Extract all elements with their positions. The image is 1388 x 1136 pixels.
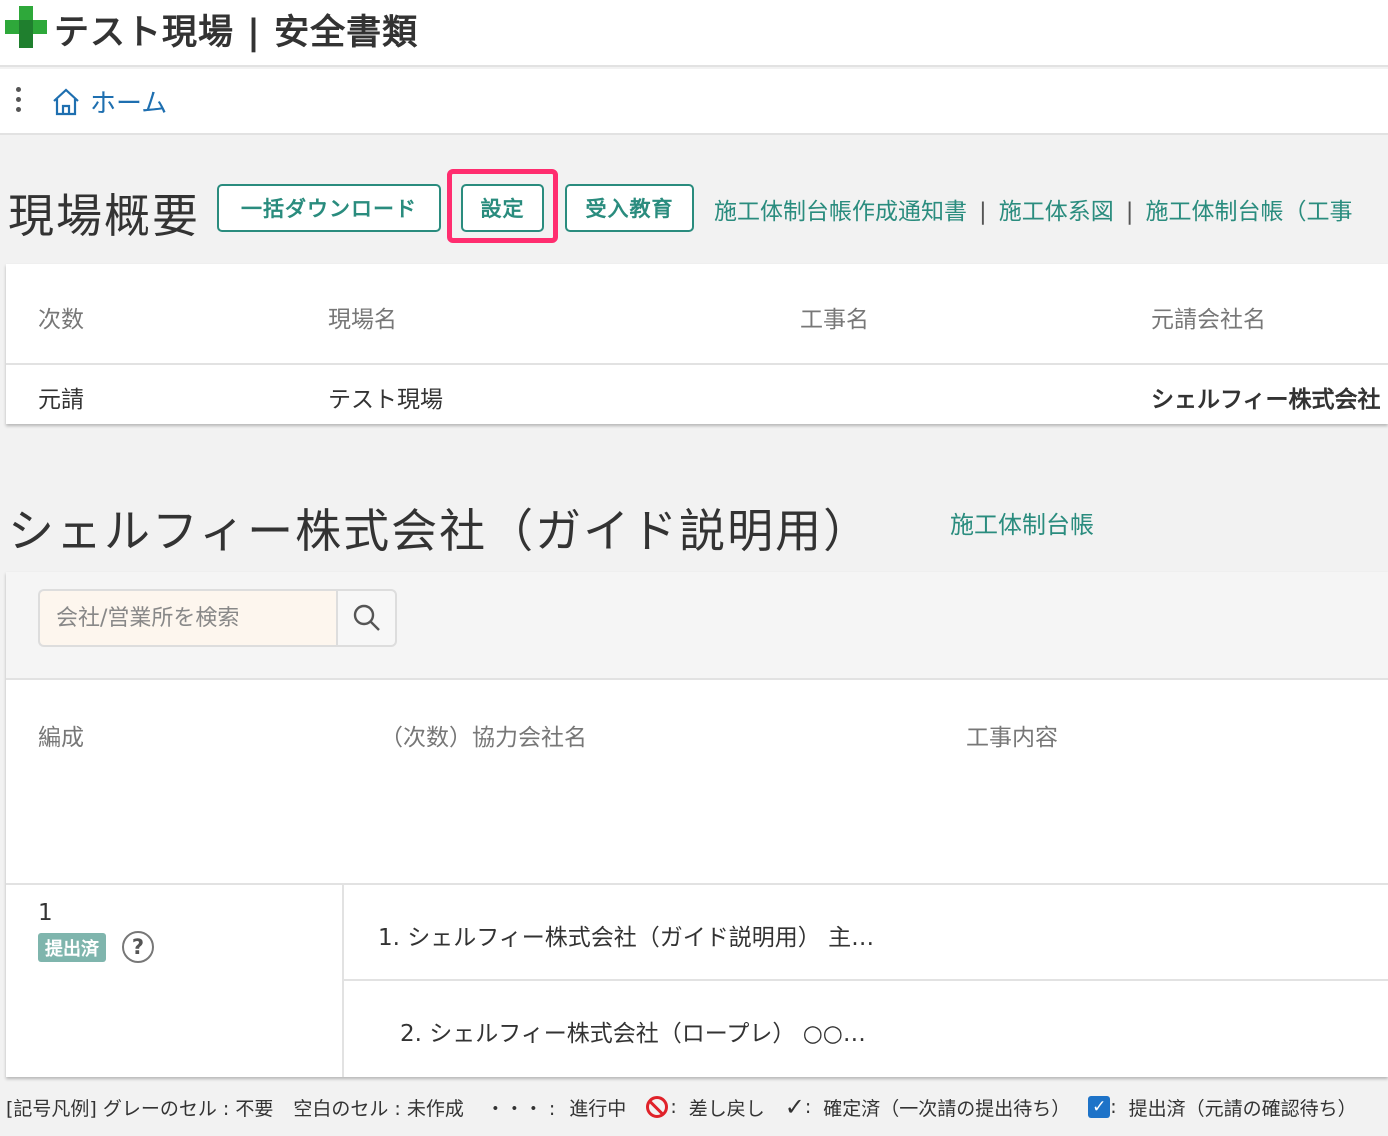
app-header: テスト現場 | 安全書類 [0, 0, 1388, 67]
legend-in-progress-symbol: ・・・ : [485, 1097, 556, 1120]
legend-in-progress: 進行中 [569, 1097, 627, 1120]
home-label: ホーム [90, 89, 168, 119]
link-separator: | [979, 199, 987, 225]
table-header: 元請会社名 [1151, 307, 1266, 333]
company-title: シェルフィー株式会社（ガイド説明用） [8, 504, 872, 558]
legend-confirmed: 確定済（一次請の提出待ち） [823, 1097, 1071, 1120]
legend-submitted-suffix: : [1110, 1096, 1117, 1118]
legend-blank: 空白のセル : 未作成 [293, 1097, 464, 1120]
table-cell: シェルフィー株式会社 [1151, 387, 1381, 413]
overview-title: 現場概要 [8, 189, 200, 243]
table-cell: テスト現場 [328, 387, 443, 413]
search-button[interactable] [336, 589, 397, 647]
table-row[interactable]: 1. シェルフィー株式会社（ガイド説明用） 主… [378, 918, 874, 952]
system-diagram-link[interactable]: 施工体系図 [999, 199, 1114, 225]
legend-gray: [記号凡例] グレーのセル : 不要 [6, 1097, 274, 1120]
overview-table: 次数 現場名 工事名 元請会社名 元請 テスト現場 シェルフィー株式会社 [6, 264, 1388, 424]
home-link[interactable]: ホーム [50, 83, 167, 120]
kebab-menu-icon[interactable] [13, 87, 23, 115]
table-header: 工事内容 [966, 725, 1058, 751]
group-number: 1 [38, 900, 53, 926]
document-links: 施工体制台帳作成通知書 | 施工体系図 | 施工体制台帳（工事 [714, 192, 1353, 226]
link-separator: | [1125, 199, 1134, 225]
table-header: 工事名 [800, 307, 869, 333]
table-header: （次数）協力会社名 [380, 725, 587, 751]
submitted-checkbox-icon: ✓ [1088, 1096, 1111, 1118]
notice-link[interactable]: 施工体制台帳作成通知書 [714, 199, 967, 225]
status-badge: 提出済 [38, 933, 106, 962]
search-area [6, 572, 1388, 680]
help-icon[interactable]: ? [122, 931, 154, 963]
table-cell: 元請 [38, 387, 84, 413]
legend: [記号凡例] グレーのセル : 不要 空白のセル : 未作成 ・・・ : 進行中… [6, 1093, 1357, 1121]
app-title: テスト現場 | 安全書類 [54, 13, 419, 53]
table-header: 現場名 [328, 307, 397, 333]
company-table: 編成 （次数）協力会社名 工事内容 1 提出済 ? 1. シェルフィー株式会社（… [6, 572, 1388, 1077]
home-icon [53, 88, 79, 115]
breadcrumb: ホーム [0, 69, 1388, 135]
company-ledger-link[interactable]: 施工体制台帳 [950, 505, 1094, 540]
search-input[interactable] [38, 589, 338, 647]
legend-returned: 差し戻し [688, 1097, 765, 1120]
table-header: 次数 [38, 307, 84, 333]
settings-button[interactable]: 設定 [461, 184, 544, 232]
reception-education-button[interactable]: 受入教育 [565, 184, 694, 232]
returned-icon [646, 1096, 669, 1118]
legend-confirmed-suffix: : [804, 1096, 812, 1118]
table-header: 編成 [38, 725, 84, 751]
ledger-link[interactable]: 施工体制台帳（工事 [1146, 199, 1353, 225]
search-icon [353, 604, 380, 631]
bulk-download-button[interactable]: 一括ダウンロード [217, 184, 441, 232]
logo-cross-icon [5, 6, 47, 48]
legend-submitted: 提出済（元請の確認待ち） [1128, 1097, 1357, 1120]
legend-returned-suffix: : [670, 1096, 677, 1118]
table-row[interactable]: 2. シェルフィー株式会社（ロープレ） ○○… [400, 1014, 866, 1048]
confirmed-check-icon: ✓ [784, 1093, 805, 1121]
